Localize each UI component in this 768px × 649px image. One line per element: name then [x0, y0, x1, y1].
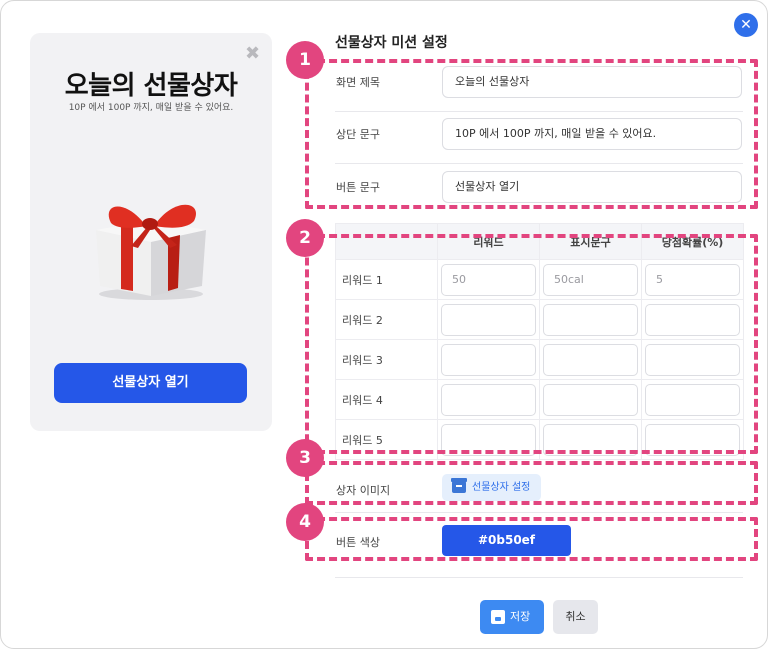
annotation-box-3 — [305, 461, 758, 505]
annotation-badge-1: 1 — [286, 41, 324, 79]
save-button[interactable]: 저장 — [480, 600, 544, 634]
annotation-badge-3: 3 — [286, 439, 324, 477]
preview-panel: ✖ 오늘의 선물상자 10P 에서 100P 까지, 매일 받을 수 있어요. … — [30, 33, 272, 431]
annotation-box-1 — [305, 59, 758, 209]
save-button-label: 저장 — [510, 610, 531, 623]
preview-open-button[interactable]: 선물상자 열기 — [54, 363, 247, 403]
divider — [335, 512, 743, 513]
save-icon — [491, 610, 505, 624]
annotation-badge-2: 2 — [286, 219, 324, 257]
cancel-button[interactable]: 취소 — [553, 600, 598, 634]
close-button[interactable]: ✕ — [734, 13, 758, 37]
preview-title: 오늘의 선물상자 — [64, 71, 238, 101]
mission-settings-dialog: ✕ ✖ 오늘의 선물상자 10P 에서 100P 까지, 매일 받을 수 있어요… — [0, 0, 768, 649]
annotation-box-2 — [305, 234, 758, 454]
annotation-box-4 — [305, 517, 758, 561]
annotation-badge-4: 4 — [286, 503, 324, 541]
preview-close-icon: ✖ — [245, 43, 261, 64]
divider — [335, 577, 743, 578]
section-title: 선물상자 미션 설정 — [335, 35, 448, 51]
close-icon: ✕ — [740, 17, 752, 33]
gift-box-icon — [96, 204, 206, 300]
preview-subtitle: 10P 에서 100P 까지, 매일 받을 수 있어요. — [68, 103, 234, 113]
